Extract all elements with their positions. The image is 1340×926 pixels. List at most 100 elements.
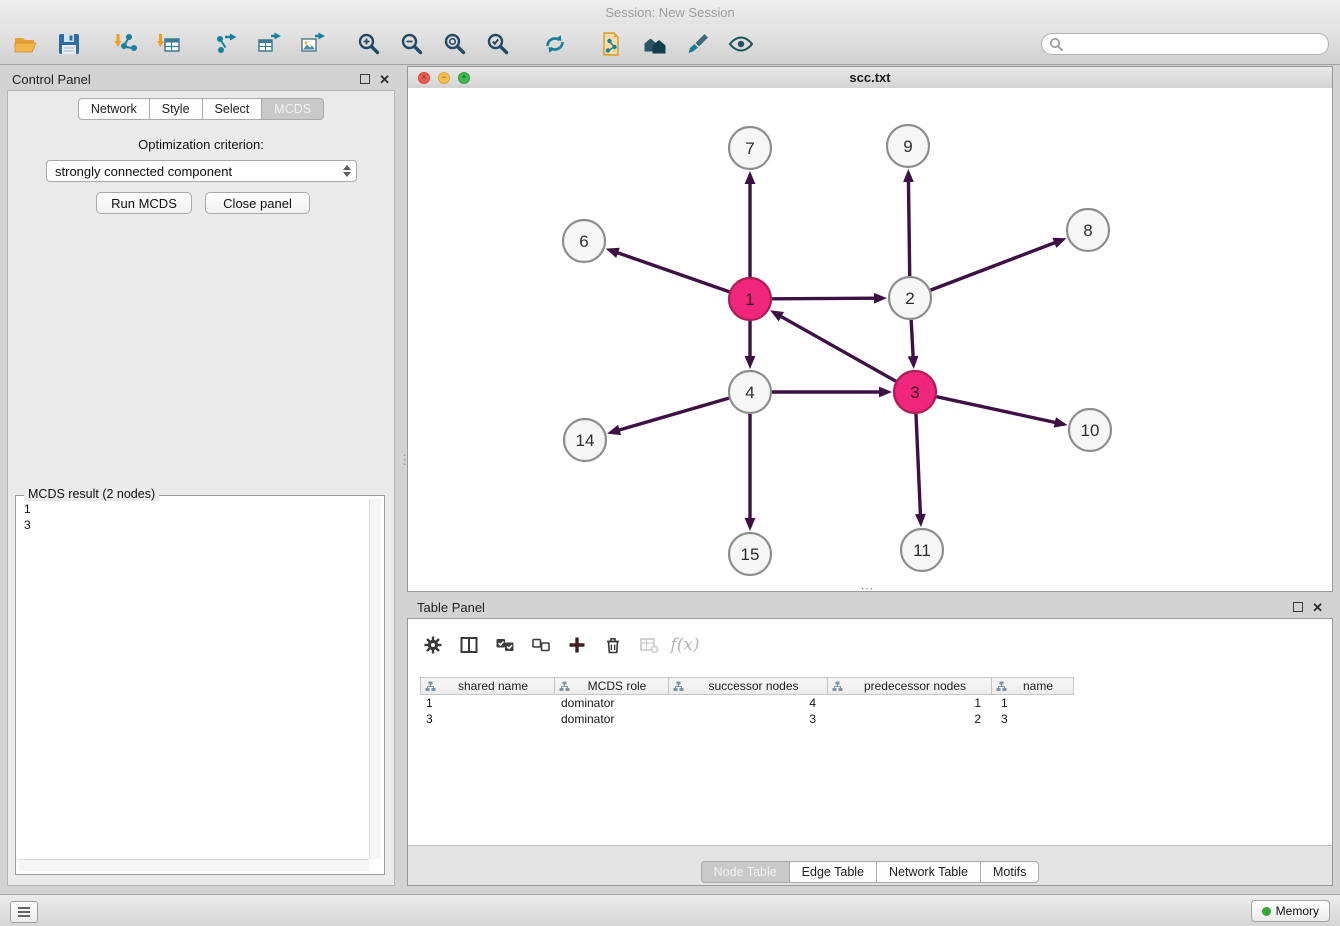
- paint-style-button[interactable]: [680, 28, 716, 60]
- function-builder-button: f(x): [674, 632, 696, 658]
- float-panel-icon[interactable]: [360, 74, 370, 84]
- import-table-button[interactable]: [151, 28, 187, 60]
- table-mode-icon: [423, 635, 443, 655]
- column-header-mcds-role[interactable]: MCDS role: [554, 677, 669, 695]
- refresh-button[interactable]: [537, 28, 573, 60]
- result-vertical-scrollbar[interactable]: [369, 499, 381, 859]
- svg-text:1: 1: [745, 290, 754, 309]
- graph-node-4[interactable]: 4: [729, 371, 771, 413]
- criterion-dropdown[interactable]: strongly connected component: [46, 160, 357, 182]
- zoom-out-button[interactable]: [394, 28, 430, 60]
- graph-edge-1-2[interactable]: [772, 293, 887, 304]
- minimize-window-button[interactable]: −: [438, 72, 450, 84]
- status-bar: Memory: [0, 894, 1340, 926]
- tab-motifs[interactable]: Motifs: [980, 861, 1039, 883]
- vertical-splitter-handle[interactable]: ⋮: [398, 455, 407, 485]
- graph-edge-1-7[interactable]: [745, 171, 756, 277]
- graph-edge-3-11[interactable]: [915, 414, 926, 527]
- float-table-panel-icon[interactable]: [1293, 602, 1303, 612]
- graph-node-9[interactable]: 9: [887, 125, 929, 167]
- table-panel: Table Panel ✕ f(x) shared nameMCDS roles…: [407, 596, 1333, 886]
- import-table-icon: [156, 31, 182, 57]
- deselect-all-button[interactable]: [530, 632, 552, 658]
- graph-node-11[interactable]: 11: [901, 529, 943, 571]
- delete-column-button[interactable]: [602, 632, 624, 658]
- save-session-button[interactable]: [51, 28, 87, 60]
- control-panel-body: NetworkStyleSelectMCDS Optimization crit…: [7, 90, 395, 886]
- mcds-result-list[interactable]: 13: [19, 499, 369, 859]
- table-mode-button[interactable]: [422, 632, 444, 658]
- search-input[interactable]: [1067, 34, 1328, 54]
- close-panel-icon[interactable]: ✕: [379, 73, 390, 86]
- graph-edge-1-4[interactable]: [745, 321, 756, 369]
- show-hide-button[interactable]: [723, 28, 759, 60]
- delete-column-icon: [603, 635, 623, 655]
- window-titlebar[interactable]: Session: New Session: [0, 0, 1340, 24]
- graph-node-7[interactable]: 7: [729, 127, 771, 169]
- table-cell: 3: [420, 711, 555, 727]
- maximize-window-button[interactable]: +: [458, 72, 470, 84]
- graph-node-15[interactable]: 15: [729, 533, 771, 575]
- close-window-button[interactable]: ×: [418, 72, 430, 84]
- table-panel-body: f(x) shared nameMCDS rolesuccessor nodes…: [407, 618, 1333, 886]
- export-image-button[interactable]: [294, 28, 330, 60]
- tab-select[interactable]: Select: [202, 98, 263, 120]
- show-hide-icon: [728, 31, 754, 57]
- zoom-selected-button[interactable]: [480, 28, 516, 60]
- first-neighbors-button[interactable]: [637, 28, 673, 60]
- close-panel-button[interactable]: Close panel: [205, 192, 310, 214]
- zoom-in-button[interactable]: [351, 28, 387, 60]
- graph-node-3[interactable]: 3: [894, 371, 936, 413]
- table-row[interactable]: 1dominator411: [420, 695, 1078, 711]
- export-network-button[interactable]: [208, 28, 244, 60]
- graph-edge-2-3[interactable]: [908, 320, 919, 369]
- tab-style[interactable]: Style: [149, 98, 203, 120]
- graph-node-8[interactable]: 8: [1067, 209, 1109, 251]
- graph-edge-2-8[interactable]: [931, 238, 1067, 290]
- graph-node-14[interactable]: 14: [564, 419, 606, 461]
- tab-network[interactable]: Network: [78, 98, 150, 120]
- export-table-button[interactable]: [251, 28, 287, 60]
- search-icon: [1049, 37, 1063, 51]
- graph-edge-4-3[interactable]: [772, 387, 892, 398]
- graph-node-2[interactable]: 2: [889, 277, 931, 319]
- task-history-button[interactable]: [10, 901, 38, 923]
- criterion-value: strongly connected component: [55, 164, 232, 179]
- toolbar-group: [8, 28, 94, 60]
- column-header-predecessor-nodes[interactable]: predecessor nodes: [827, 677, 992, 695]
- table-cell: 1: [995, 695, 1078, 711]
- result-horizontal-scrollbar[interactable]: [19, 859, 369, 871]
- column-header-shared-name[interactable]: shared name: [420, 677, 555, 695]
- network-window-titlebar[interactable]: × − + scc.txt: [408, 67, 1332, 89]
- graph-edge-3-1[interactable]: [770, 310, 896, 381]
- select-all-button[interactable]: [494, 632, 516, 658]
- sort-icon: [673, 681, 684, 692]
- graph-node-6[interactable]: 6: [563, 220, 605, 262]
- tab-network-table[interactable]: Network Table: [876, 861, 981, 883]
- graph-edge-4-15[interactable]: [745, 414, 756, 531]
- graph-node-10[interactable]: 10: [1069, 409, 1111, 451]
- graph-edge-3-10[interactable]: [936, 397, 1067, 428]
- run-mcds-button[interactable]: Run MCDS: [96, 192, 192, 214]
- search-box[interactable]: [1041, 33, 1329, 55]
- tab-mcds[interactable]: MCDS: [261, 98, 324, 120]
- column-header-successor-nodes[interactable]: successor nodes: [668, 677, 828, 695]
- close-table-panel-icon[interactable]: ✕: [1312, 601, 1323, 614]
- graph-edge-1-6[interactable]: [606, 248, 730, 292]
- tab-edge-table[interactable]: Edge Table: [789, 861, 877, 883]
- zoom-fit-button[interactable]: [437, 28, 473, 60]
- clone-network-button[interactable]: [594, 28, 630, 60]
- graph-node-1[interactable]: 1: [729, 278, 771, 320]
- graph-edge-2-9[interactable]: [903, 169, 914, 276]
- tab-node-table[interactable]: Node Table: [701, 861, 790, 883]
- network-canvas[interactable]: 7 9 6 8 1 2 4 3 14 10 15 11: [408, 88, 1332, 591]
- show-columns-button[interactable]: [458, 632, 480, 658]
- create-column-button[interactable]: [566, 632, 588, 658]
- column-header-name[interactable]: name: [991, 677, 1074, 695]
- import-network-button[interactable]: [108, 28, 144, 60]
- open-session-button[interactable]: [8, 28, 44, 60]
- horizontal-splitter-handle[interactable]: ⋯: [852, 585, 882, 594]
- graph-edge-4-14[interactable]: [607, 398, 729, 435]
- memory-button[interactable]: Memory: [1251, 900, 1330, 922]
- table-row[interactable]: 3dominator323: [420, 711, 1078, 727]
